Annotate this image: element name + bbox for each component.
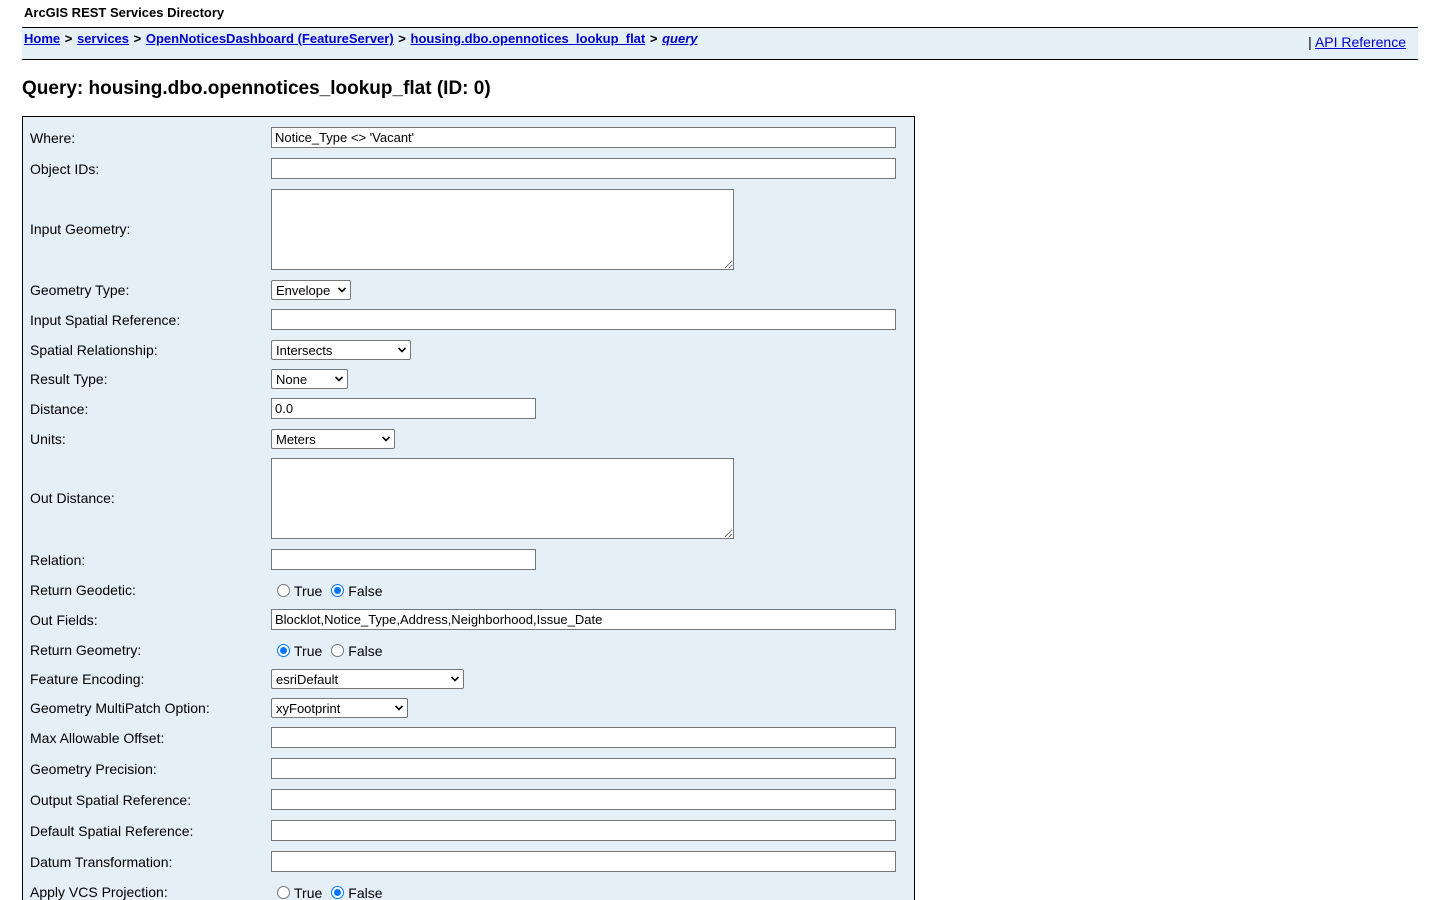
- relation-input[interactable]: [271, 549, 536, 570]
- breadcrumb-featureserver-link[interactable]: OpenNoticesDashboard (FeatureServer): [146, 31, 394, 46]
- default-spatial-reference-input[interactable]: [271, 820, 896, 841]
- chevron-down-icon: [398, 347, 406, 353]
- where-label: Where:: [30, 130, 76, 146]
- geometry-type-label: Geometry Type:: [30, 282, 130, 298]
- input-spatial-reference-input[interactable]: [271, 309, 896, 330]
- multipatch-option-row: Geometry MultiPatch Option: xyFootprint: [23, 698, 914, 718]
- spatial-relationship-label: Spatial Relationship:: [30, 342, 158, 358]
- breadcrumb-layer-link[interactable]: housing.dbo.opennotices_lookup_flat: [411, 31, 646, 46]
- return-geodetic-true-radio[interactable]: [277, 584, 290, 597]
- apply-vcs-projection-true-radio[interactable]: [277, 886, 290, 899]
- breadcrumb-separator: >: [64, 31, 73, 46]
- spatial-relationship-value: Intersects: [276, 343, 333, 358]
- breadcrumb-separator: >: [398, 31, 406, 46]
- breadcrumb-separator: >: [649, 31, 658, 46]
- geometry-type-select[interactable]: Envelope: [271, 280, 351, 300]
- result-type-label: Result Type:: [30, 371, 108, 387]
- units-value: Meters: [276, 432, 316, 447]
- result-type-value: None: [276, 372, 308, 387]
- feature-encoding-value: esriDefault: [276, 672, 339, 687]
- relation-label: Relation:: [30, 552, 86, 568]
- feature-encoding-select[interactable]: esriDefault: [271, 669, 464, 689]
- geometry-type-value: Envelope: [276, 283, 331, 298]
- return-geometry-label: Return Geometry:: [30, 642, 142, 658]
- out-fields-input[interactable]: [271, 609, 896, 630]
- breadcrumb: Home > services > OpenNoticesDashboard (…: [24, 31, 698, 46]
- result-type-select[interactable]: None: [271, 369, 348, 389]
- multipatch-option-label: Geometry MultiPatch Option:: [30, 700, 210, 716]
- multipatch-option-value: xyFootprint: [276, 701, 341, 716]
- chevron-down-icon: [338, 287, 346, 293]
- chevron-down-icon: [382, 436, 390, 442]
- units-row: Units: Meters: [23, 429, 914, 449]
- help-links: | API Reference: [1308, 34, 1406, 50]
- default-spatial-reference-label: Default Spatial Reference:: [30, 823, 194, 839]
- app-title: ArcGIS REST Services Directory: [24, 5, 225, 20]
- page: ArcGIS REST Services Directory Home > se…: [0, 0, 1440, 900]
- geometry-precision-input[interactable]: [271, 758, 896, 779]
- result-type-row: Result Type: None: [23, 369, 914, 389]
- distance-input[interactable]: [271, 398, 536, 419]
- distance-label: Distance:: [30, 401, 89, 417]
- input-geometry-label: Input Geometry:: [30, 221, 131, 237]
- return-geometry-false-radio[interactable]: [331, 644, 345, 657]
- spatial-relationship-row: Spatial Relationship: Intersects: [23, 340, 914, 360]
- return-geodetic-options: True False: [277, 583, 392, 599]
- return-geodetic-true-label: True: [294, 583, 323, 599]
- apply-vcs-projection-false-label: False: [348, 885, 383, 900]
- where-input[interactable]: [271, 127, 896, 148]
- datum-transformation-label: Datum Transformation:: [30, 854, 173, 870]
- page-title: Query: housing.dbo.opennotices_lookup_fl…: [22, 78, 491, 99]
- out-distance-label: Out Distance:: [30, 490, 115, 506]
- chevron-down-icon: [395, 705, 403, 711]
- api-reference-link[interactable]: API Reference: [1315, 34, 1406, 50]
- apply-vcs-projection-label: Apply VCS Projection:: [30, 884, 168, 900]
- apply-vcs-projection-true-label: True: [294, 885, 323, 900]
- breadcrumb-separator: >: [133, 31, 142, 46]
- output-spatial-reference-input[interactable]: [271, 789, 896, 810]
- breadcrumb-services-link[interactable]: services: [77, 31, 129, 46]
- return-geometry-false-label: False: [348, 643, 383, 659]
- return-geometry-true-label: True: [294, 643, 323, 659]
- object-ids-label: Object IDs:: [30, 161, 100, 177]
- out-distance-textarea[interactable]: [271, 458, 734, 539]
- out-fields-label: Out Fields:: [30, 612, 98, 628]
- geometry-precision-label: Geometry Precision:: [30, 761, 157, 777]
- breadcrumb-query-link[interactable]: query: [662, 31, 697, 46]
- help-separator: |: [1308, 34, 1312, 50]
- output-spatial-reference-label: Output Spatial Reference:: [30, 792, 192, 808]
- return-geodetic-label: Return Geodetic:: [30, 582, 136, 598]
- query-form: Where: Object IDs: Input Geometry: Geome…: [22, 116, 915, 900]
- datum-transformation-input[interactable]: [271, 851, 896, 872]
- max-allowable-offset-input[interactable]: [271, 727, 896, 748]
- multipatch-option-select[interactable]: xyFootprint: [271, 698, 408, 718]
- chevron-down-icon: [451, 676, 459, 682]
- input-spatial-reference-label: Input Spatial Reference:: [30, 312, 181, 328]
- return-geodetic-false-label: False: [348, 583, 383, 599]
- object-ids-input[interactable]: [271, 158, 896, 179]
- return-geodetic-false-radio[interactable]: [331, 584, 345, 597]
- spatial-relationship-select[interactable]: Intersects: [271, 340, 411, 360]
- units-select[interactable]: Meters: [271, 429, 395, 449]
- breadcrumb-home-link[interactable]: Home: [24, 31, 60, 46]
- feature-encoding-row: Feature Encoding: esriDefault: [23, 669, 914, 689]
- return-geometry-options: True False: [277, 643, 392, 659]
- return-geometry-true-radio[interactable]: [277, 644, 290, 657]
- max-allowable-offset-label: Max Allowable Offset:: [30, 730, 165, 746]
- chevron-down-icon: [335, 376, 343, 382]
- geometry-type-row: Geometry Type: Envelope: [23, 280, 914, 300]
- units-label: Units:: [30, 431, 66, 447]
- input-geometry-textarea[interactable]: [271, 189, 734, 270]
- nav-bar: Home > services > OpenNoticesDashboard (…: [22, 27, 1418, 60]
- feature-encoding-label: Feature Encoding:: [30, 671, 145, 687]
- apply-vcs-projection-false-radio[interactable]: [331, 886, 345, 899]
- apply-vcs-projection-options: True False: [277, 885, 392, 900]
